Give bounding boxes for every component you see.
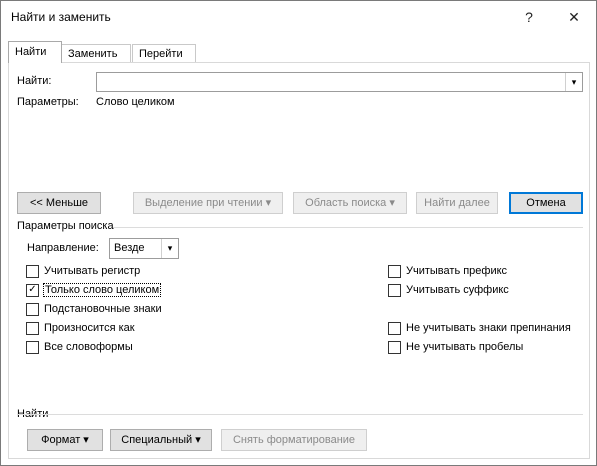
search-area-button[interactable]: Область поиска ▾ (293, 192, 407, 214)
find-input[interactable]: ▾ (96, 72, 583, 92)
checkbox-box[interactable] (388, 321, 401, 335)
check-icon: ✓ (28, 284, 37, 295)
checkbox-ignore-punctuation[interactable]: Не учитывать знаки препинания (388, 321, 571, 335)
checkbox-label: Учитывать регистр (44, 265, 141, 277)
checkbox-label: Не учитывать знаки препинания (406, 322, 571, 334)
chevron-down-icon: ▾ (265, 197, 272, 209)
checkbox-label: Произносится как (44, 322, 135, 334)
chevron-down-icon[interactable]: ▾ (565, 73, 582, 91)
checkbox-box[interactable] (26, 302, 39, 316)
params-label: Параметры: (17, 96, 79, 108)
help-button[interactable]: ? (509, 4, 549, 30)
checkbox-ignore-whitespace[interactable]: Не учитывать пробелы (388, 340, 523, 354)
direction-select[interactable]: Везде ▾ (109, 238, 179, 259)
checkbox-all-word-forms[interactable]: Все словоформы (26, 340, 133, 354)
search-options-label: Параметры поиска (17, 220, 114, 232)
checkbox-label: Все словоформы (44, 341, 133, 353)
close-button[interactable]: ✕ (554, 4, 594, 30)
format-label: Формат (41, 434, 81, 446)
checkbox-label: Учитывать суффикс (406, 284, 509, 296)
checkbox-box[interactable] (26, 264, 39, 278)
chevron-down-icon[interactable]: ▾ (161, 239, 178, 258)
find-next-button[interactable]: Найти далее (416, 192, 498, 214)
chevron-down-icon: ▾ (195, 434, 201, 446)
checkbox-match-suffix[interactable]: Учитывать суффикс (388, 283, 509, 297)
checkbox-label: Подстановочные знаки (44, 303, 162, 315)
chevron-down-icon: ▾ (389, 197, 395, 209)
checkbox-label: Учитывать префикс (406, 265, 508, 277)
checkbox-sounds-like[interactable]: Произносится как (26, 321, 135, 335)
special-button[interactable]: Специальный ▾ (110, 429, 212, 451)
reading-highlight-button[interactable]: Выделение при чтении ▾ (133, 192, 283, 214)
dialog-title: Найти и заменить (11, 10, 111, 24)
checkbox-match-case[interactable]: Учитывать регистр (26, 264, 140, 278)
special-label: Специальный (121, 434, 193, 446)
title-bar: Найти и заменить ? ✕ (1, 1, 596, 33)
find-replace-dialog: Найти и заменить ? ✕ Найти Заменить Пере… (0, 0, 597, 466)
reading-highlight-label: Выделение при чтении (144, 197, 263, 209)
tab-panel-find: Найти: ▾ Параметры: Слово целиком << Мен… (8, 62, 590, 459)
tab-find[interactable]: Найти (8, 41, 62, 63)
checkbox-label: Только слово целиком (42, 283, 162, 297)
checkbox-wildcards[interactable]: Подстановочные знаки (26, 302, 162, 316)
search-area-label: Область поиска (305, 197, 387, 209)
cancel-button[interactable]: Отмена (509, 192, 583, 214)
checkbox-whole-word[interactable]: ✓ Только слово целиком (26, 283, 162, 297)
tab-goto[interactable]: Перейти (132, 44, 196, 63)
checkbox-match-prefix[interactable]: Учитывать префикс (388, 264, 507, 278)
checkbox-box-checked[interactable]: ✓ (26, 283, 39, 297)
checkbox-box[interactable] (388, 340, 401, 354)
direction-label: Направление: (27, 242, 99, 254)
search-options-divider (113, 227, 583, 228)
find-section-divider (17, 414, 583, 415)
clear-formatting-button[interactable]: Снять форматирование (221, 429, 367, 451)
tab-replace[interactable]: Заменить (61, 44, 131, 63)
checkbox-label: Не учитывать пробелы (406, 341, 524, 353)
checkbox-box[interactable] (388, 283, 401, 297)
checkbox-box[interactable] (26, 340, 39, 354)
format-button[interactable]: Формат ▾ (27, 429, 103, 451)
direction-value: Везде (114, 242, 145, 254)
params-value: Слово целиком (96, 96, 175, 108)
chevron-down-icon: ▾ (83, 434, 89, 446)
find-label: Найти: (17, 75, 52, 87)
checkbox-box[interactable] (388, 264, 401, 278)
checkbox-box[interactable] (26, 321, 39, 335)
less-button[interactable]: << Меньше (17, 192, 101, 214)
